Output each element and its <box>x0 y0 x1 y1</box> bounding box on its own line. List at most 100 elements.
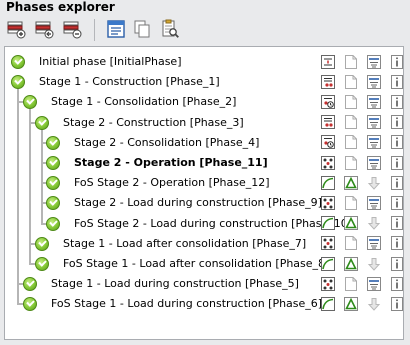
info-icon[interactable] <box>390 195 403 210</box>
phase-row[interactable]: Stage 2 - Load during construction [Phas… <box>5 193 403 213</box>
pore-pressure-icon[interactable] <box>367 74 381 89</box>
phase-label[interactable]: Stage 1 - Construction [Phase_1] <box>39 74 220 90</box>
calc-type-safety-icon[interactable] <box>321 296 335 311</box>
calc-type-plastic-icon[interactable] <box>321 74 335 89</box>
phases-explorer-panel: Phases explorer Initial phase [InitialPh… <box>0 0 410 345</box>
blank-page-icon[interactable] <box>344 276 358 291</box>
calc-type-dynamic-icon[interactable] <box>321 195 335 210</box>
info-icon[interactable] <box>390 54 403 69</box>
calc-type-safety-icon[interactable] <box>321 216 335 231</box>
phase-row[interactable]: FoS Stage 1 - Load during construction [… <box>5 294 403 314</box>
delta-icon[interactable] <box>344 296 358 311</box>
calc-type-dynamic-icon[interactable] <box>321 236 335 251</box>
delta-icon[interactable] <box>344 216 358 231</box>
phase-status-ok-icon <box>46 135 60 150</box>
info-icon[interactable] <box>390 216 403 231</box>
delta-icon[interactable] <box>344 175 358 190</box>
blank-page-icon[interactable] <box>344 54 358 69</box>
info-icon[interactable] <box>390 256 403 271</box>
phase-status-ok-icon <box>46 176 60 191</box>
phase-label[interactable]: Stage 2 - Load during construction [Phas… <box>74 195 322 211</box>
calc-type-plastic-icon[interactable] <box>321 115 335 130</box>
phase-row[interactable]: Stage 1 - Consolidation [Phase_2] <box>5 92 403 112</box>
phase-label[interactable]: Stage 2 - Consolidation [Phase_4] <box>74 135 259 151</box>
phase-row[interactable]: Stage 2 - Construction [Phase_3] <box>5 113 403 133</box>
pore-pressure-icon[interactable] <box>367 236 381 251</box>
add-phase-button[interactable] <box>32 18 56 42</box>
info-icon[interactable] <box>390 236 403 251</box>
phase-label[interactable]: FoS Stage 1 - Load during construction [… <box>51 296 322 312</box>
blank-page-icon[interactable] <box>344 236 358 251</box>
blank-page-icon[interactable] <box>344 94 358 109</box>
blank-page-icon[interactable] <box>344 155 358 170</box>
info-icon[interactable] <box>390 175 403 190</box>
info-icon[interactable] <box>390 94 403 109</box>
pore-pressure-icon[interactable] <box>367 115 381 130</box>
phase-row[interactable]: Stage 1 - Construction [Phase_1] <box>5 72 403 92</box>
calc-type-dynamic-icon[interactable] <box>321 276 335 291</box>
phase-row[interactable]: FoS Stage 1 - Load after consolidation [… <box>5 254 403 274</box>
blank-page-icon[interactable] <box>344 115 358 130</box>
pore-pressure-icon[interactable] <box>367 276 381 291</box>
insert-phase-button[interactable] <box>4 18 28 42</box>
pore-pressure-icon[interactable] <box>367 195 381 210</box>
info-icon[interactable] <box>390 276 403 291</box>
phase-report-button[interactable] <box>158 18 182 42</box>
arrow-down-icon[interactable] <box>367 296 381 311</box>
add-phase-icon <box>34 19 54 42</box>
info-icon[interactable] <box>390 155 403 170</box>
phase-label[interactable]: FoS Stage 2 - Operation [Phase_12] <box>74 175 270 191</box>
calc-type-k0-icon[interactable] <box>321 54 335 69</box>
phase-row[interactable]: Stage 2 - Consolidation [Phase_4] <box>5 133 403 153</box>
copy-phase-button[interactable] <box>130 18 154 42</box>
phase-label[interactable]: Initial phase [InitialPhase] <box>39 54 182 70</box>
arrow-down-icon[interactable] <box>367 175 381 190</box>
edit-phase-button[interactable] <box>104 18 128 42</box>
phase-row[interactable]: FoS Stage 2 - Operation [Phase_12] <box>5 173 403 193</box>
phase-window-icon <box>106 19 126 42</box>
delete-phase-button[interactable] <box>60 18 84 42</box>
phase-status-ok-icon <box>35 236 49 251</box>
blank-page-icon[interactable] <box>344 195 358 210</box>
phase-status-ok-icon <box>46 196 60 211</box>
panel-title: Phases explorer <box>0 0 410 15</box>
arrow-down-icon[interactable] <box>367 216 381 231</box>
phase-label[interactable]: FoS Stage 2 - Load during construction [… <box>74 216 352 232</box>
phase-row[interactable]: FoS Stage 2 - Load during construction [… <box>5 214 403 234</box>
phase-status-ok-icon <box>23 95 37 110</box>
phase-status-ok-icon <box>11 75 25 90</box>
phase-label[interactable]: Stage 2 - Operation [Phase_11] <box>74 155 268 171</box>
pore-pressure-icon[interactable] <box>367 135 381 150</box>
arrow-down-icon[interactable] <box>367 256 381 271</box>
copy-icon <box>132 19 152 42</box>
phase-label[interactable]: Stage 2 - Construction [Phase_3] <box>63 115 244 131</box>
calc-type-safety-icon[interactable] <box>321 256 335 271</box>
calc-type-consolidation-icon[interactable] <box>321 135 335 150</box>
phase-status-ok-icon <box>35 115 49 130</box>
info-icon[interactable] <box>390 74 403 89</box>
calc-type-safety-icon[interactable] <box>321 175 335 190</box>
pore-pressure-icon[interactable] <box>367 94 381 109</box>
phase-label[interactable]: Stage 1 - Consolidation [Phase_2] <box>51 94 236 110</box>
phase-status-ok-icon <box>23 297 37 312</box>
pore-pressure-icon[interactable] <box>367 54 381 69</box>
phase-row[interactable]: Stage 1 - Load after consolidation [Phas… <box>5 234 403 254</box>
blank-page-icon[interactable] <box>344 74 358 89</box>
info-icon[interactable] <box>390 135 403 150</box>
phase-row[interactable]: Initial phase [InitialPhase] <box>5 52 403 72</box>
phase-status-ok-icon <box>11 55 25 69</box>
phase-row[interactable]: Stage 1 - Load during construction [Phas… <box>5 274 403 294</box>
info-icon[interactable] <box>390 115 403 130</box>
calc-type-consolidation-icon[interactable] <box>321 94 335 109</box>
phase-status-ok-icon <box>46 216 60 231</box>
phase-tree[interactable]: Initial phase [InitialPhase] Stage 1 - Co… <box>4 46 404 340</box>
info-icon[interactable] <box>390 296 403 311</box>
phase-row[interactable]: Stage 2 - Operation [Phase_11] <box>5 153 403 173</box>
delta-icon[interactable] <box>344 256 358 271</box>
phase-label[interactable]: FoS Stage 1 - Load after consolidation [… <box>63 256 329 272</box>
phase-label[interactable]: Stage 1 - Load during construction [Phas… <box>51 276 299 292</box>
phase-label[interactable]: Stage 1 - Load after consolidation [Phas… <box>63 236 306 252</box>
pore-pressure-icon[interactable] <box>367 155 381 170</box>
blank-page-icon[interactable] <box>344 135 358 150</box>
calc-type-dynamic-icon[interactable] <box>321 155 335 170</box>
